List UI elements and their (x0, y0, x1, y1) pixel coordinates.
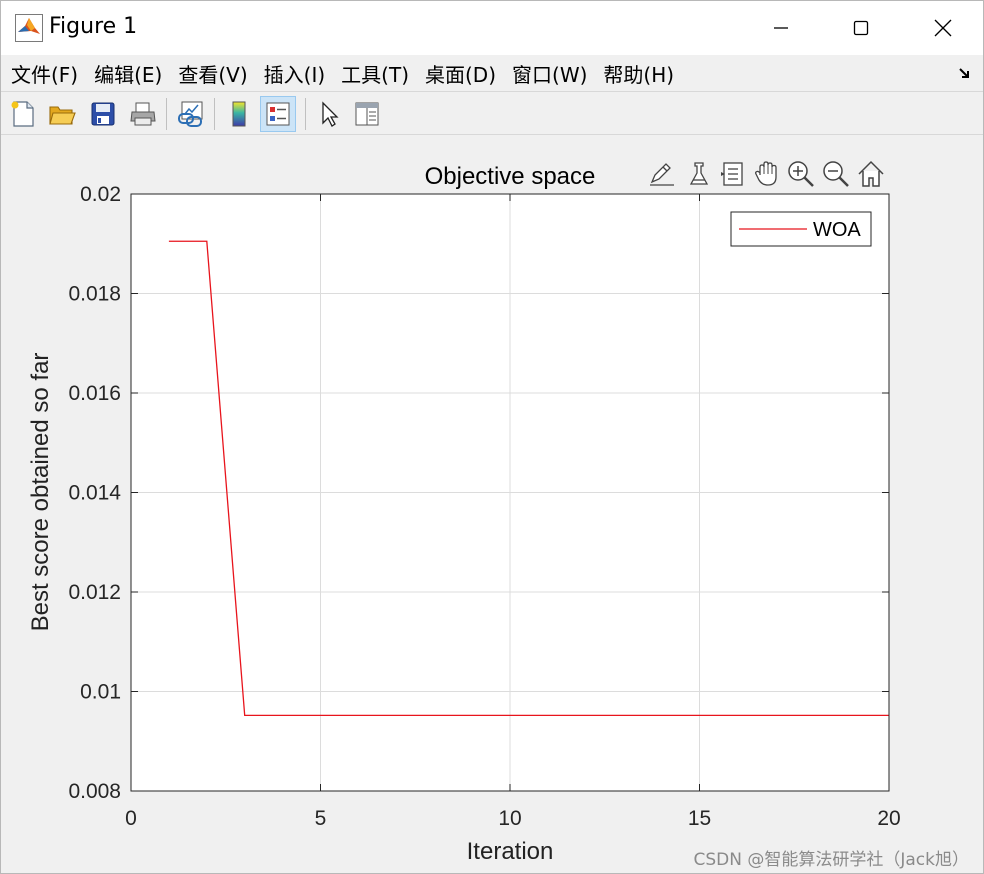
property-editor-icon (355, 102, 379, 126)
legend-box (730, 211, 872, 247)
colorbar-icon (232, 101, 246, 127)
menu-edit[interactable]: 编辑(E) (94, 59, 162, 88)
new-figure-icon (11, 101, 34, 127)
plot-area[interactable] (131, 194, 889, 791)
insert-legend-button[interactable] (260, 96, 296, 132)
figure-window: Figure 1 文件(F) 编辑(E) 查看(V) 插入(I) 工具(T) 桌… (0, 0, 984, 874)
zoom-out-icon (823, 161, 849, 187)
open-file-button[interactable] (44, 96, 80, 132)
save-icon (91, 102, 115, 126)
x-tick-label: 20 (877, 807, 900, 830)
figure-toolbar (1, 91, 983, 135)
zoom-in-button[interactable] (785, 158, 817, 190)
series-line-woa[interactable] (168, 240, 889, 717)
y-tick-label: 0.016 (68, 382, 121, 405)
y-tick-label: 0.02 (80, 183, 121, 206)
x-tick-label: 15 (688, 807, 711, 830)
y-tick-label: 0.014 (68, 482, 121, 505)
link-plot-button[interactable] (173, 96, 209, 132)
x-tick-label: 10 (498, 807, 521, 830)
y-tick-label: 0.012 (68, 581, 121, 604)
menu-tools[interactable]: 工具(T) (341, 59, 409, 88)
menu-bar: 文件(F) 编辑(E) 查看(V) 插入(I) 工具(T) 桌面(D) 窗口(W… (1, 55, 983, 91)
edit-brush-icon (650, 163, 674, 186)
save-button[interactable] (85, 96, 121, 132)
y-tick-label: 0.018 (68, 283, 121, 306)
toolbar-separator (214, 98, 215, 130)
brush-button[interactable] (646, 158, 678, 190)
data-cursor-button[interactable] (683, 158, 715, 190)
window-title: Figure 1 (49, 14, 138, 39)
y-axis-label: Best score obtained so far (27, 353, 54, 632)
menu-file[interactable]: 文件(F) (11, 59, 78, 88)
chart-title: Objective space (425, 163, 596, 190)
menu-insert[interactable]: 插入(I) (264, 59, 326, 88)
dock-arrow-icon[interactable] (957, 65, 973, 81)
pan-button[interactable] (751, 158, 783, 190)
x-axis-label: Iteration (467, 838, 554, 865)
toolbar-separator (305, 98, 306, 130)
zoom-out-button[interactable] (820, 158, 852, 190)
menu-desktop[interactable]: 桌面(D) (425, 59, 496, 88)
minimize-icon (774, 27, 788, 29)
menu-help[interactable]: 帮助(H) (603, 59, 674, 88)
x-tick-label: 0 (125, 807, 137, 830)
y-tick-label: 0.008 (68, 780, 121, 803)
new-figure-button[interactable] (5, 96, 41, 132)
data-cursor-icon (689, 162, 709, 185)
y-tick-label: 0.01 (80, 681, 121, 704)
home-icon (858, 160, 884, 187)
minimize-button[interactable] (741, 1, 821, 55)
data-tips-button[interactable] (717, 158, 749, 190)
zoom-in-icon (788, 161, 814, 187)
open-icon (49, 106, 76, 125)
toolbar-separator (166, 98, 167, 130)
pan-icon (755, 161, 777, 186)
axes-box (130, 193, 890, 792)
print-button[interactable] (125, 96, 161, 132)
link-icon (178, 101, 203, 127)
menu-view[interactable]: 查看(V) (178, 59, 247, 88)
legend-icon (266, 102, 290, 126)
print-icon (130, 102, 156, 126)
pointer-icon (322, 101, 339, 127)
close-icon (934, 19, 952, 37)
data-tips-icon (721, 162, 743, 186)
maximize-icon (853, 20, 869, 36)
restore-view-button[interactable] (855, 158, 887, 190)
x-tick-label: 5 (315, 807, 327, 830)
legend-label: WOA (813, 219, 861, 241)
matlab-icon (15, 14, 43, 42)
title-bar: Figure 1 (1, 1, 983, 55)
maximize-button[interactable] (821, 1, 901, 55)
menu-window[interactable]: 窗口(W) (512, 59, 587, 88)
close-button[interactable] (903, 1, 983, 55)
property-inspector-button[interactable] (349, 96, 385, 132)
insert-colorbar-button[interactable] (221, 96, 257, 132)
legend[interactable]: WOA (730, 211, 872, 247)
edit-plot-button[interactable] (311, 96, 347, 132)
watermark: CSDN @智能算法研学社（Jack旭） (693, 850, 970, 870)
